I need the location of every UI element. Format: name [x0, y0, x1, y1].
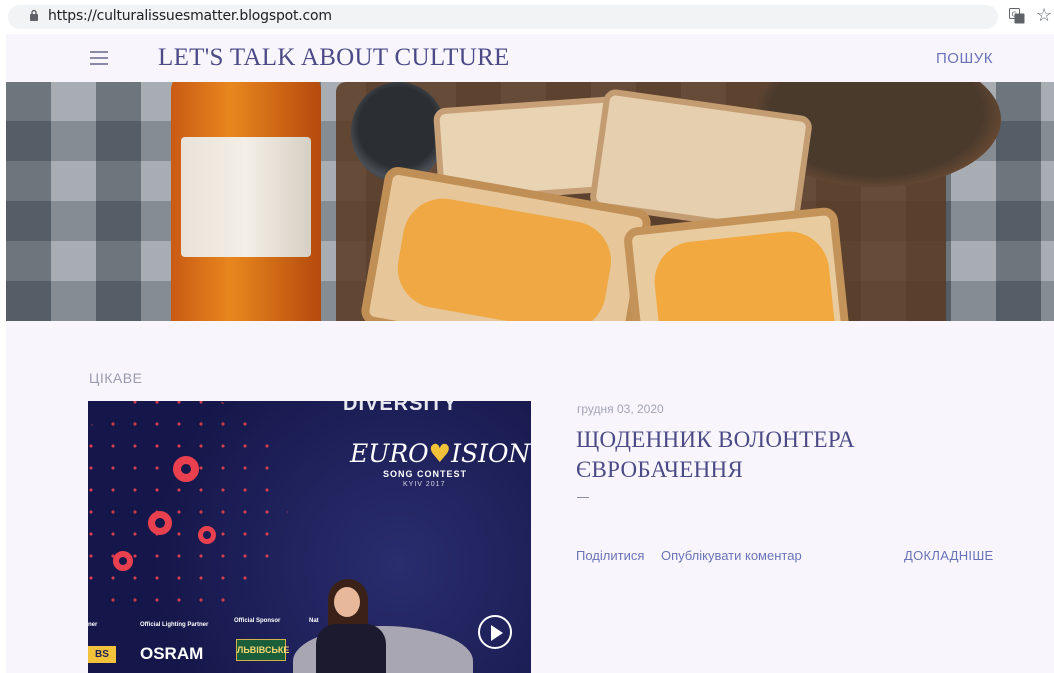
section-label: ЦІКАВЕ — [89, 370, 143, 386]
image-text-song-contest: SONG CONTEST — [383, 469, 468, 479]
menu-icon[interactable] — [90, 51, 108, 65]
post-thumbnail[interactable]: DIVERSITY EURO♥ISION SONG CONTEST KYIV 2… — [88, 401, 531, 673]
lock-icon — [30, 9, 38, 21]
image-text-partner: Official Sponsor — [234, 618, 281, 624]
header-banner-image — [6, 82, 1054, 321]
search-link[interactable]: ПОШУК — [936, 50, 993, 67]
image-text-osram: OSRAM — [140, 644, 204, 663]
post-date: грудня 03, 2020 — [577, 402, 664, 416]
image-text-lvivske: ЛЬВІВСЬКЕ — [236, 639, 289, 661]
image-text-city: KYIV 2017 — [403, 481, 446, 488]
read-more-link[interactable]: ДОКЛАДНІШЕ — [904, 548, 994, 563]
star-icon[interactable]: ☆ — [1036, 4, 1052, 26]
share-link[interactable]: Поділитися — [576, 548, 644, 563]
image-text-partner: ner — [88, 622, 98, 628]
translate-icon[interactable]: G — [1009, 8, 1025, 24]
image-text-bs: BS — [88, 646, 116, 663]
eurovision-logo: EURO♥ISION — [350, 439, 531, 468]
image-text-diversity: DIVERSITY — [343, 401, 458, 415]
post-divider — [577, 497, 589, 498]
person — [316, 579, 386, 673]
main-content: ЦІКАВЕ DIVERSITY EURO♥ISION SONG CONTEST… — [6, 321, 1054, 673]
jar-label — [181, 137, 311, 257]
svg-text:G: G — [1012, 11, 1017, 19]
browser-address-bar: https://culturalissuesmatter.blogspot.co… — [0, 0, 1054, 33]
image-text-partner: Official Lighting Partner — [140, 622, 209, 628]
url-text[interactable]: https://culturalissuesmatter.blogspot.co… — [48, 8, 332, 24]
comment-link[interactable]: Опублікувати коментар — [661, 548, 802, 563]
blog-title[interactable]: LET'S TALK ABOUT CULTURE — [158, 44, 510, 72]
post-title[interactable]: ЩОДЕННИК ВОЛОНТЕРА ЄВРОБАЧЕННЯ — [576, 425, 976, 485]
play-icon — [478, 615, 512, 649]
blog-header: LET'S TALK ABOUT CULTURE ПОШУК — [6, 34, 1054, 82]
